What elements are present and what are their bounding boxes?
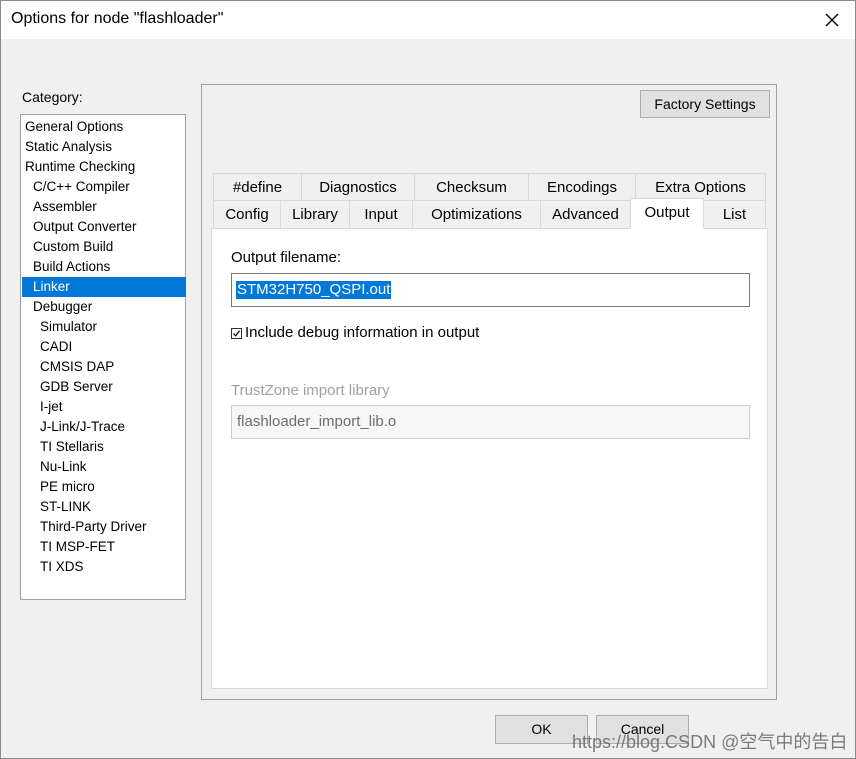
tab-library[interactable]: Library (280, 200, 350, 228)
debug-info-label: Include debug information in output (245, 324, 480, 341)
category-item[interactable]: Assembler (22, 197, 186, 217)
category-item[interactable]: C/C++ Compiler (22, 177, 186, 197)
trustzone-import-field: flashloader_import_lib.o (231, 405, 750, 439)
category-item[interactable]: Output Converter (22, 217, 186, 237)
category-item[interactable]: Nu-Link (22, 457, 186, 477)
tab-encodings[interactable]: Encodings (528, 173, 636, 201)
trustzone-import-value: flashloader_import_lib.o (237, 413, 397, 430)
tab-checksum[interactable]: Checksum (414, 173, 529, 201)
category-item[interactable]: Static Analysis (22, 137, 186, 157)
category-item[interactable]: Runtime Checking (22, 157, 186, 177)
output-filename-label: Output filename: (231, 249, 342, 266)
debug-info-checkbox[interactable] (231, 328, 242, 339)
category-item[interactable]: Linker (22, 277, 186, 297)
tab-optimizations[interactable]: Optimizations (412, 200, 541, 228)
category-item[interactable]: ST-LINK (22, 497, 186, 517)
category-item[interactable]: PE micro (22, 477, 186, 497)
output-filename-field[interactable]: STM32H750_QSPI.out (231, 273, 750, 307)
category-item[interactable]: Simulator (22, 317, 186, 337)
category-item[interactable]: TI XDS (22, 557, 186, 577)
category-list[interactable]: General Options Static Analysis Runtime Ch… (20, 114, 186, 600)
category-item[interactable]: Custom Build (22, 237, 186, 257)
trustzone-label: TrustZone import library (231, 382, 390, 399)
tab-list[interactable]: List (703, 200, 766, 228)
category-item[interactable]: J-Link/J-Trace (22, 417, 186, 437)
tab-advanced[interactable]: Advanced (540, 200, 631, 228)
category-item[interactable]: Debugger (22, 297, 186, 317)
output-filename-value: STM32H750_QSPI.out (236, 281, 392, 299)
close-button[interactable] (809, 1, 855, 39)
category-item[interactable]: GDB Server (22, 377, 186, 397)
tab-define[interactable]: #define (213, 173, 302, 201)
watermark: https://blog.CSDN @空气中的告白 (572, 732, 848, 752)
tab-output[interactable]: Output (630, 198, 704, 229)
checkmark-icon (233, 330, 241, 337)
category-item[interactable]: I-jet (22, 397, 186, 417)
category-label: Category: (22, 89, 83, 105)
category-item[interactable]: Third-Party Driver (22, 517, 186, 537)
tab-diagnostics[interactable]: Diagnostics (301, 173, 415, 201)
category-item[interactable]: TI MSP-FET (22, 537, 186, 557)
category-item[interactable]: Build Actions (22, 257, 186, 277)
factory-settings-button[interactable]: Factory Settings (640, 90, 770, 118)
window-title: Options for node "flashloader" (11, 10, 224, 27)
title-bar: Options for node "flashloader" (1, 1, 855, 39)
tab-extra-options[interactable]: Extra Options (635, 173, 766, 201)
category-item[interactable]: General Options (22, 117, 186, 137)
tab-config[interactable]: Config (213, 200, 281, 228)
category-item[interactable]: CMSIS DAP (22, 357, 186, 377)
close-icon (825, 13, 839, 27)
category-item[interactable]: CADI (22, 337, 186, 357)
tab-input[interactable]: Input (349, 200, 413, 228)
category-item[interactable]: TI Stellaris (22, 437, 186, 457)
